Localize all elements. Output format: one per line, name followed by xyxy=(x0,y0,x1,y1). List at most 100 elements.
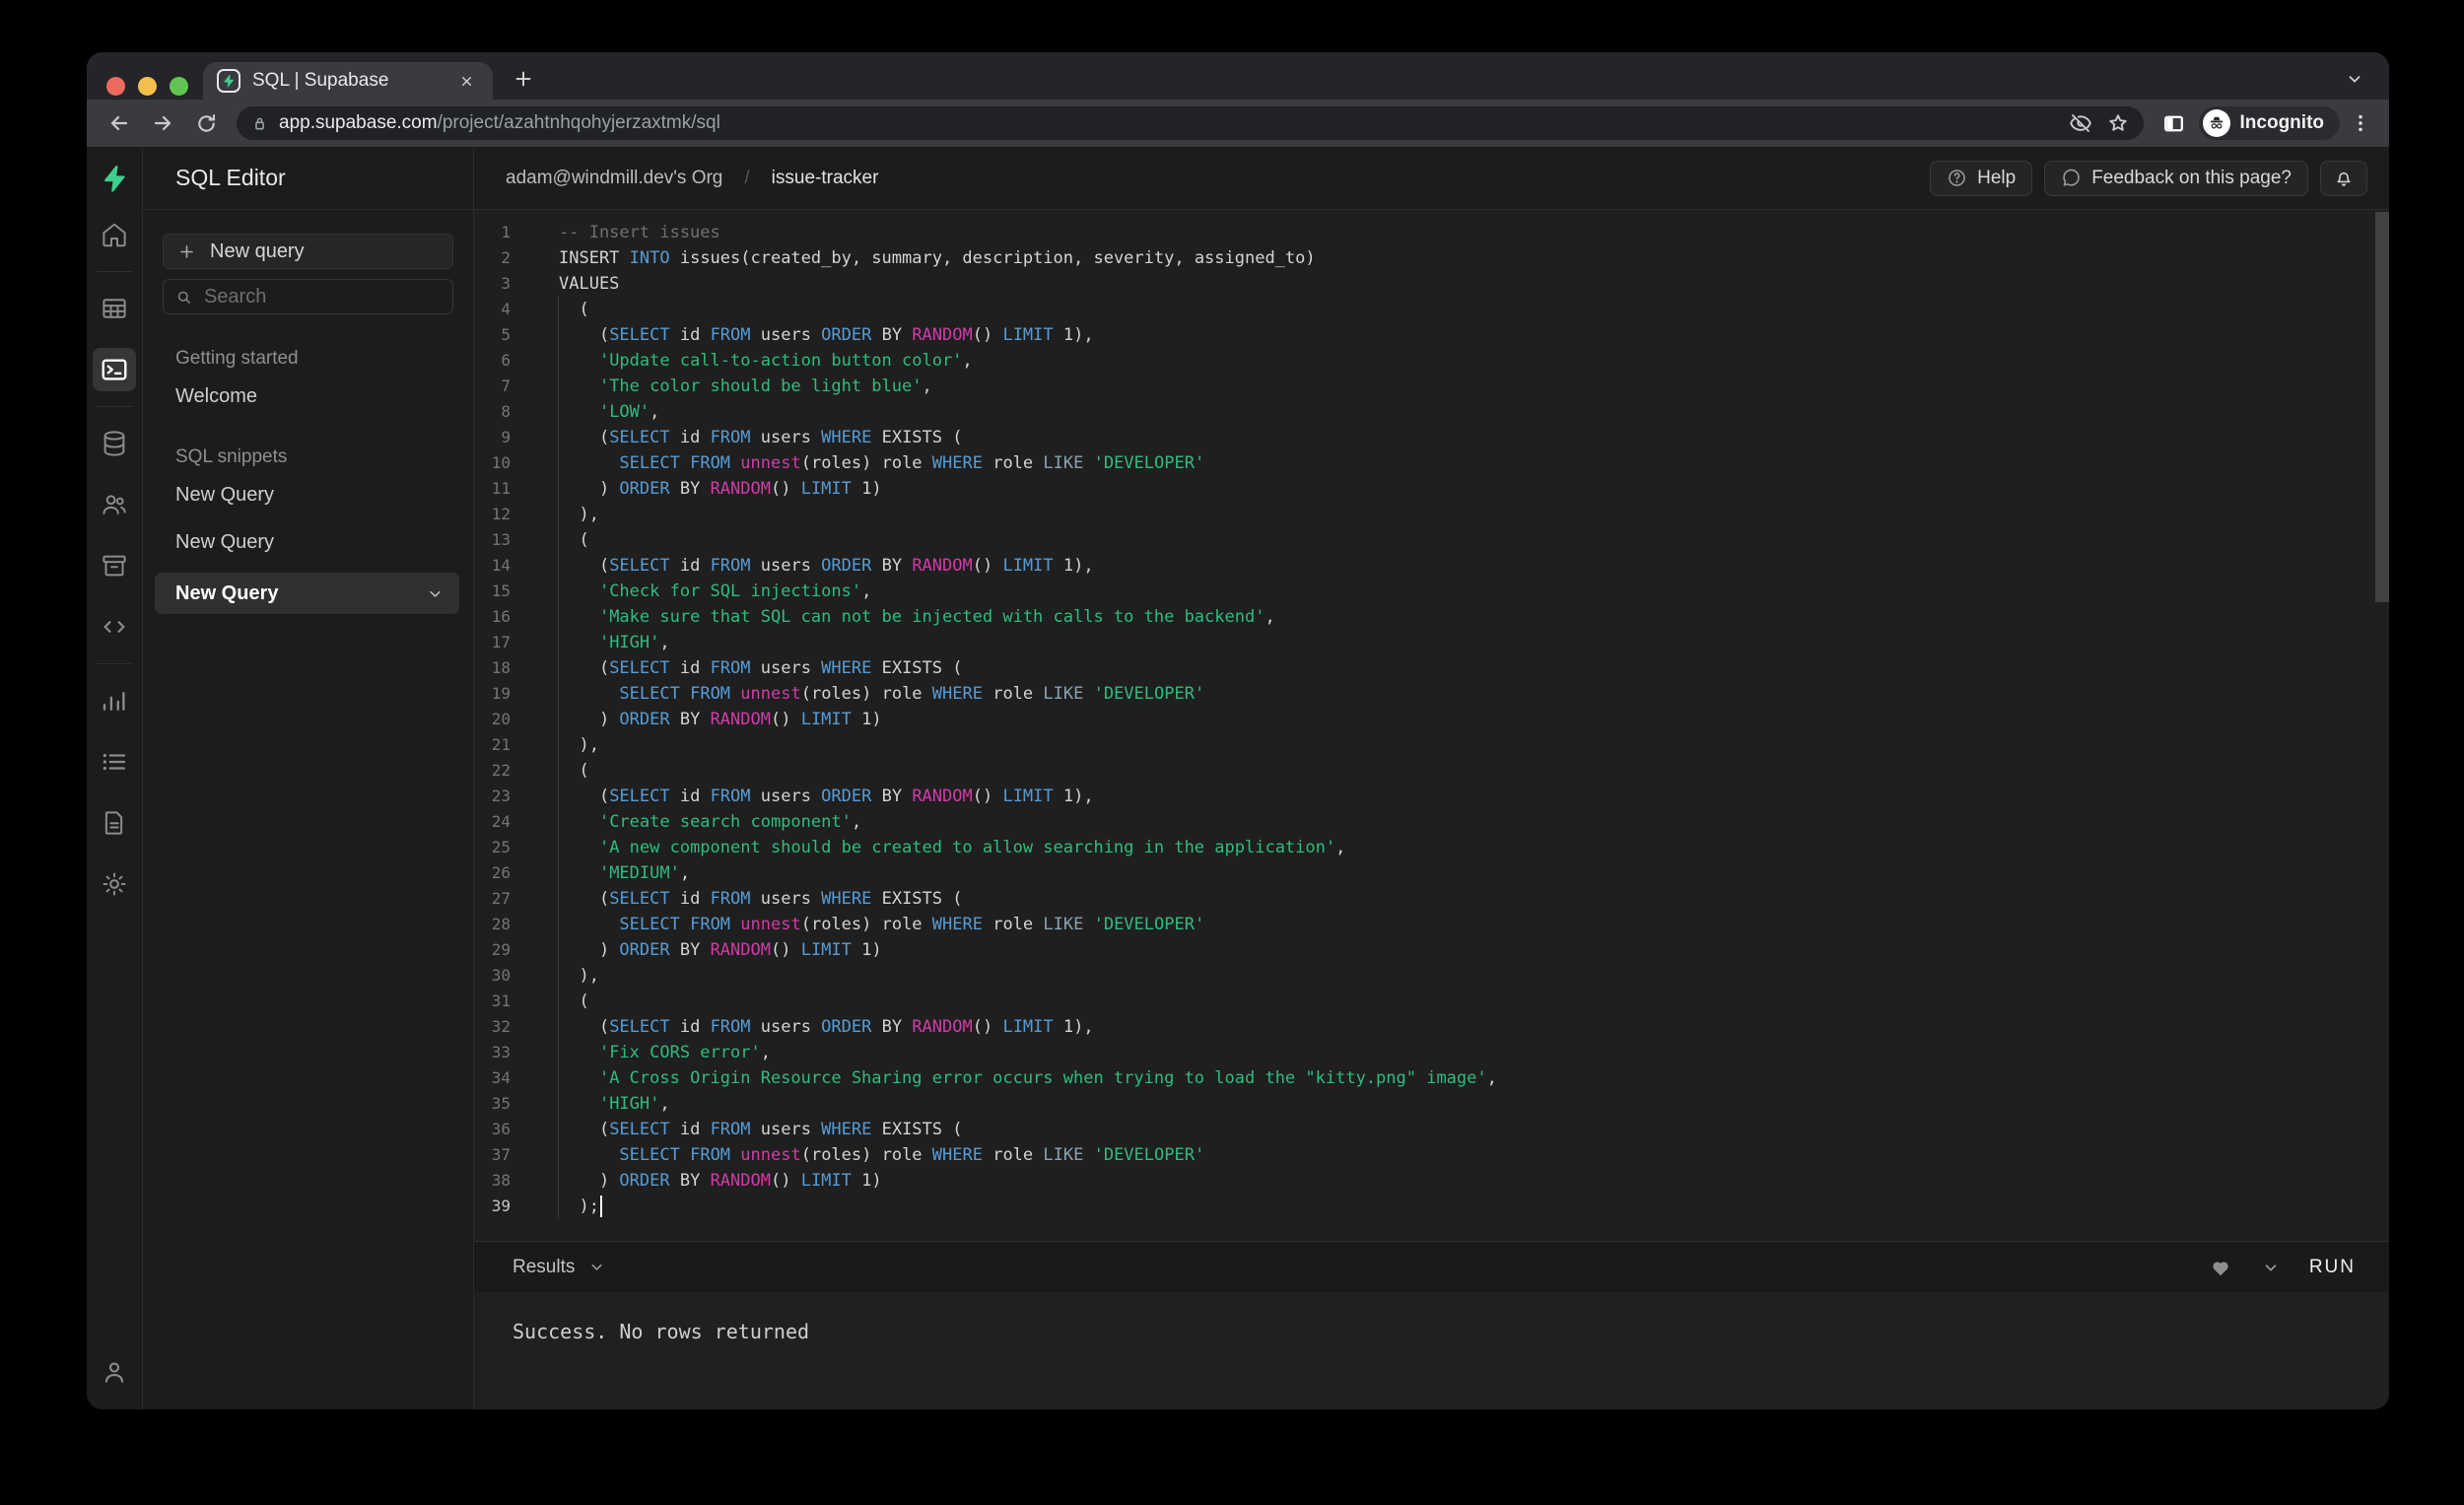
line-number: 12 xyxy=(491,505,511,523)
reports-chart-icon[interactable] xyxy=(93,679,136,722)
plus-icon xyxy=(180,244,193,258)
line-number: 14 xyxy=(491,556,511,575)
home-icon[interactable] xyxy=(93,213,136,256)
line-number: 13 xyxy=(491,530,511,549)
reload-button[interactable] xyxy=(187,104,225,142)
code-line: 32 (SELECT id FROM users ORDER BY RANDOM… xyxy=(474,1014,2389,1040)
tab-search-chevron-icon[interactable] xyxy=(2346,70,2363,88)
sidebar-item-snippet-2[interactable]: New Query xyxy=(163,521,453,563)
eye-off-icon[interactable] xyxy=(2069,111,2092,135)
main-content: adam@windmill.dev's Org / issue-tracker … xyxy=(474,147,2389,1409)
line-number: 3 xyxy=(501,274,511,293)
database-icon[interactable] xyxy=(93,422,136,465)
line-number: 34 xyxy=(491,1068,511,1087)
code-line: 20 ) ORDER BY RANDOM() LIMIT 1) xyxy=(474,707,2389,732)
line-number: 38 xyxy=(491,1171,511,1190)
forward-button[interactable] xyxy=(144,104,181,142)
code-line: 2 INSERT INTO issues(created_by, summary,… xyxy=(474,245,2389,271)
edge-functions-icon[interactable] xyxy=(93,605,136,649)
docs-icon[interactable] xyxy=(93,801,136,845)
sidebar-item-snippet-3-active[interactable]: New Query xyxy=(155,573,459,614)
logs-list-icon[interactable] xyxy=(93,740,136,784)
storage-icon[interactable] xyxy=(93,544,136,587)
line-number: 6 xyxy=(501,351,511,370)
snippet-search[interactable] xyxy=(163,279,453,314)
line-number: 29 xyxy=(491,940,511,959)
supabase-logo-icon[interactable] xyxy=(100,163,129,194)
line-number: 15 xyxy=(491,581,511,600)
code-line: 28 SELECT FROM unnest(roles) role WHERE … xyxy=(474,912,2389,937)
lock-icon xyxy=(250,114,269,133)
line-number: 9 xyxy=(501,428,511,446)
back-button[interactable] xyxy=(101,104,138,142)
line-number: 1 xyxy=(501,223,511,241)
breadcrumb-bar: adam@windmill.dev's Org / issue-tracker … xyxy=(474,147,2389,210)
rail-divider xyxy=(97,663,132,664)
code-line: 33 'Fix CORS error', xyxy=(474,1040,2389,1065)
side-panel-icon[interactable] xyxy=(2156,104,2193,142)
line-number: 16 xyxy=(491,607,511,626)
code-line: 3 VALUES xyxy=(474,271,2389,297)
code-line: 5 (SELECT id FROM users ORDER BY RANDOM(… xyxy=(474,322,2389,348)
line-number: 32 xyxy=(491,1017,511,1036)
breadcrumb-project[interactable]: issue-tracker xyxy=(772,168,879,189)
line-number: 17 xyxy=(491,633,511,651)
editor-scrollbar[interactable] xyxy=(2375,212,2389,602)
help-button[interactable]: Help xyxy=(1930,160,2033,196)
bookmark-star-icon[interactable] xyxy=(2106,111,2130,135)
line-number: 23 xyxy=(491,787,511,805)
close-window-button[interactable] xyxy=(106,77,125,96)
maximize-window-button[interactable] xyxy=(170,77,188,96)
code-line: 39 ); xyxy=(474,1194,2389,1219)
code-line: 18 (SELECT id FROM users WHERE EXISTS ( xyxy=(474,655,2389,681)
line-number: 22 xyxy=(491,761,511,780)
sql-code-editor[interactable]: 1 -- Insert issues 2 INSERT INTO issues(cre… xyxy=(474,210,2389,1241)
rail-divider xyxy=(97,406,132,407)
notifications-bell-button[interactable] xyxy=(2320,160,2367,196)
run-options-chevron-icon[interactable] xyxy=(2262,1259,2280,1276)
code-line: 6 'Update call-to-action button color', xyxy=(474,348,2389,374)
chevron-down-icon[interactable] xyxy=(427,585,444,602)
code-line: 23 (SELECT id FROM users ORDER BY RANDOM… xyxy=(474,784,2389,809)
desktop-background: SQL | Supabase app.supabase.com/project/… xyxy=(0,0,2464,1505)
sidebar-item-welcome[interactable]: Welcome xyxy=(163,376,453,417)
account-person-icon[interactable] xyxy=(93,1350,136,1394)
question-circle-icon xyxy=(1949,170,1965,186)
auth-users-icon[interactable] xyxy=(93,483,136,526)
code-line: 29 ) ORDER BY RANDOM() LIMIT 1) xyxy=(474,937,2389,963)
code-line: 34 'A Cross Origin Resource Sharing erro… xyxy=(474,1065,2389,1091)
bell-icon xyxy=(2337,171,2351,186)
new-tab-button[interactable] xyxy=(513,68,534,90)
browser-menu-icon[interactable] xyxy=(2346,112,2375,134)
section-label-getting-started: Getting started xyxy=(175,348,299,369)
line-number: 18 xyxy=(491,658,511,677)
line-number: 37 xyxy=(491,1145,511,1164)
line-number: 24 xyxy=(491,812,511,831)
browser-toolbar: app.supabase.com/project/azahtnhqohyjerz… xyxy=(87,100,2389,147)
code-line: 21 ), xyxy=(474,732,2389,758)
line-number: 39 xyxy=(491,1197,511,1215)
tab-close-icon[interactable] xyxy=(453,68,479,94)
line-number: 5 xyxy=(501,325,511,344)
settings-gear-icon[interactable] xyxy=(93,862,136,906)
code-line: 7 'The color should be light blue', xyxy=(474,374,2389,399)
new-query-button[interactable]: New query xyxy=(163,234,453,269)
sidebar-item-snippet-1[interactable]: New Query xyxy=(163,474,453,515)
feedback-button[interactable]: Feedback on this page? xyxy=(2044,160,2308,196)
breadcrumb-org[interactable]: adam@windmill.dev's Org xyxy=(506,168,722,189)
search-input[interactable] xyxy=(203,285,441,308)
code-line: 9 (SELECT id FROM users WHERE EXISTS ( xyxy=(474,425,2389,450)
browser-tab[interactable]: SQL | Supabase xyxy=(203,62,493,100)
code-line: 11 ) ORDER BY RANDOM() LIMIT 1) xyxy=(474,476,2389,502)
minimize-window-button[interactable] xyxy=(138,77,157,96)
results-dropdown[interactable]: Results xyxy=(513,1257,605,1278)
sql-editor-icon[interactable] xyxy=(93,348,136,391)
address-bar[interactable]: app.supabase.com/project/azahtnhqohyjerz… xyxy=(237,106,2144,140)
code-line: 1 -- Insert issues xyxy=(474,220,2389,245)
table-editor-icon[interactable] xyxy=(93,287,136,330)
breadcrumb-separator: / xyxy=(744,167,750,188)
favorite-heart-icon[interactable] xyxy=(2209,1256,2232,1279)
run-button[interactable]: RUN xyxy=(2309,1257,2356,1278)
incognito-label: Incognito xyxy=(2239,112,2324,133)
line-number: 27 xyxy=(491,889,511,908)
